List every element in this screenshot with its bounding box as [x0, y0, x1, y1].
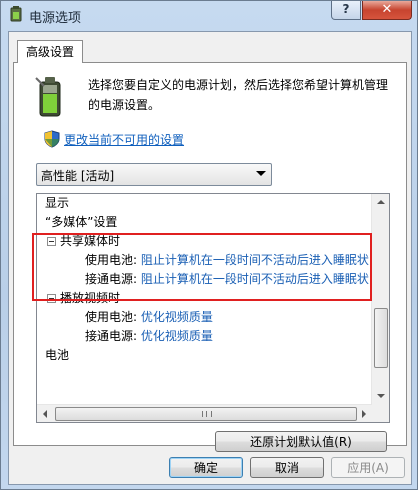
uac-shield-icon: [44, 130, 60, 148]
tree-item-video-ac[interactable]: 接通电源: 优化视频质量: [85, 327, 213, 346]
ac-label: 接通电源:: [85, 272, 138, 286]
dialog-body: 高级设置 选择您要自定义的电源计划，然后选择您希望计算机管理的电源设置。 更改当…: [8, 31, 412, 485]
help-button[interactable]: ?: [331, 1, 361, 20]
scroll-down-button[interactable]: [372, 388, 389, 405]
tab-advanced-settings[interactable]: 高级设置: [17, 40, 84, 63]
tree-item-battery[interactable]: 电池: [45, 346, 69, 365]
change-unavailable-settings-link[interactable]: 更改当前不可用的设置: [64, 131, 184, 148]
tree-item-media-battery[interactable]: 使用电池: 阻止计算机在一段时间不活动后进入睡眠状: [85, 251, 369, 270]
vertical-scroll-thumb[interactable]: [374, 308, 388, 368]
settings-tree[interactable]: 显示 “多媒体”设置 共享媒体时 使用电池: 阻止计算机在一段时间不活动后进入睡…: [36, 193, 390, 423]
ac-value[interactable]: 优化视频质量: [141, 329, 213, 343]
title-bar[interactable]: 电源选项 ? ✕: [1, 1, 417, 29]
tree-item-media-ac[interactable]: 接通电源: 阻止计算机在一段时间不活动后进入睡眠状: [85, 270, 369, 289]
window-title: 电源选项: [29, 11, 82, 26]
cancel-button[interactable]: 取消: [250, 457, 324, 478]
tree-item-video-battery[interactable]: 使用电池: 优化视频质量: [85, 308, 213, 327]
restore-defaults-button[interactable]: 还原计划默认值(R): [215, 431, 387, 452]
ac-label: 接通电源:: [85, 329, 138, 343]
media-sharing-label: 共享媒体时: [60, 234, 121, 248]
battery-label: 使用电池:: [85, 310, 138, 324]
arrow-down-icon: [377, 394, 385, 398]
apply-button[interactable]: 应用(A): [331, 457, 405, 478]
battery-icon: [35, 77, 61, 117]
power-options-window: 电源选项 ? ✕ 高级设置 选择您要自定义的电源计划，然后选择您希望计算机管理的…: [0, 0, 418, 490]
arrow-left-icon[interactable]: [43, 410, 47, 418]
scrollbar-corner: [372, 405, 389, 422]
video-playback-label: 播放视频时: [60, 291, 121, 305]
description-text: 选择您要自定义的电源计划，然后选择您希望计算机管理的电源设置。: [88, 78, 389, 112]
tree-item-multimedia[interactable]: “多媒体”设置: [45, 213, 117, 232]
close-button[interactable]: ✕: [362, 1, 412, 20]
tree-item-display[interactable]: 显示: [45, 194, 69, 213]
grip-icon: [202, 411, 212, 417]
tab-panel: 选择您要自定义的电源计划，然后选择您希望计算机管理的电源设置。 更改当前不可用的…: [13, 62, 407, 452]
arrow-up-icon: [377, 200, 385, 204]
vertical-scrollbar[interactable]: [371, 194, 389, 405]
collapse-toggle-icon[interactable]: [47, 294, 56, 303]
arrow-right-icon[interactable]: [362, 410, 366, 418]
tree-item-media-sharing[interactable]: 共享媒体时: [47, 232, 120, 251]
chevron-down-icon: [256, 171, 266, 176]
ac-value[interactable]: 阻止计算机在一段时间不活动后进入睡眠状: [141, 272, 369, 286]
horizontal-scrollbar[interactable]: [37, 404, 372, 422]
battery-label: 使用电池:: [85, 253, 138, 267]
scroll-up-button[interactable]: [372, 194, 389, 211]
ok-button[interactable]: 确定: [169, 457, 243, 478]
battery-value[interactable]: 优化视频质量: [141, 310, 213, 324]
power-options-icon: [10, 6, 22, 22]
horizontal-scroll-thumb[interactable]: [55, 407, 357, 421]
tree-item-video-playback[interactable]: 播放视频时: [47, 289, 120, 308]
battery-value[interactable]: 阻止计算机在一段时间不活动后进入睡眠状: [141, 253, 369, 267]
collapse-toggle-icon[interactable]: [47, 237, 56, 246]
power-plan-value: 高性能 [活动]: [41, 169, 115, 183]
power-plan-dropdown[interactable]: 高性能 [活动]: [36, 163, 272, 186]
